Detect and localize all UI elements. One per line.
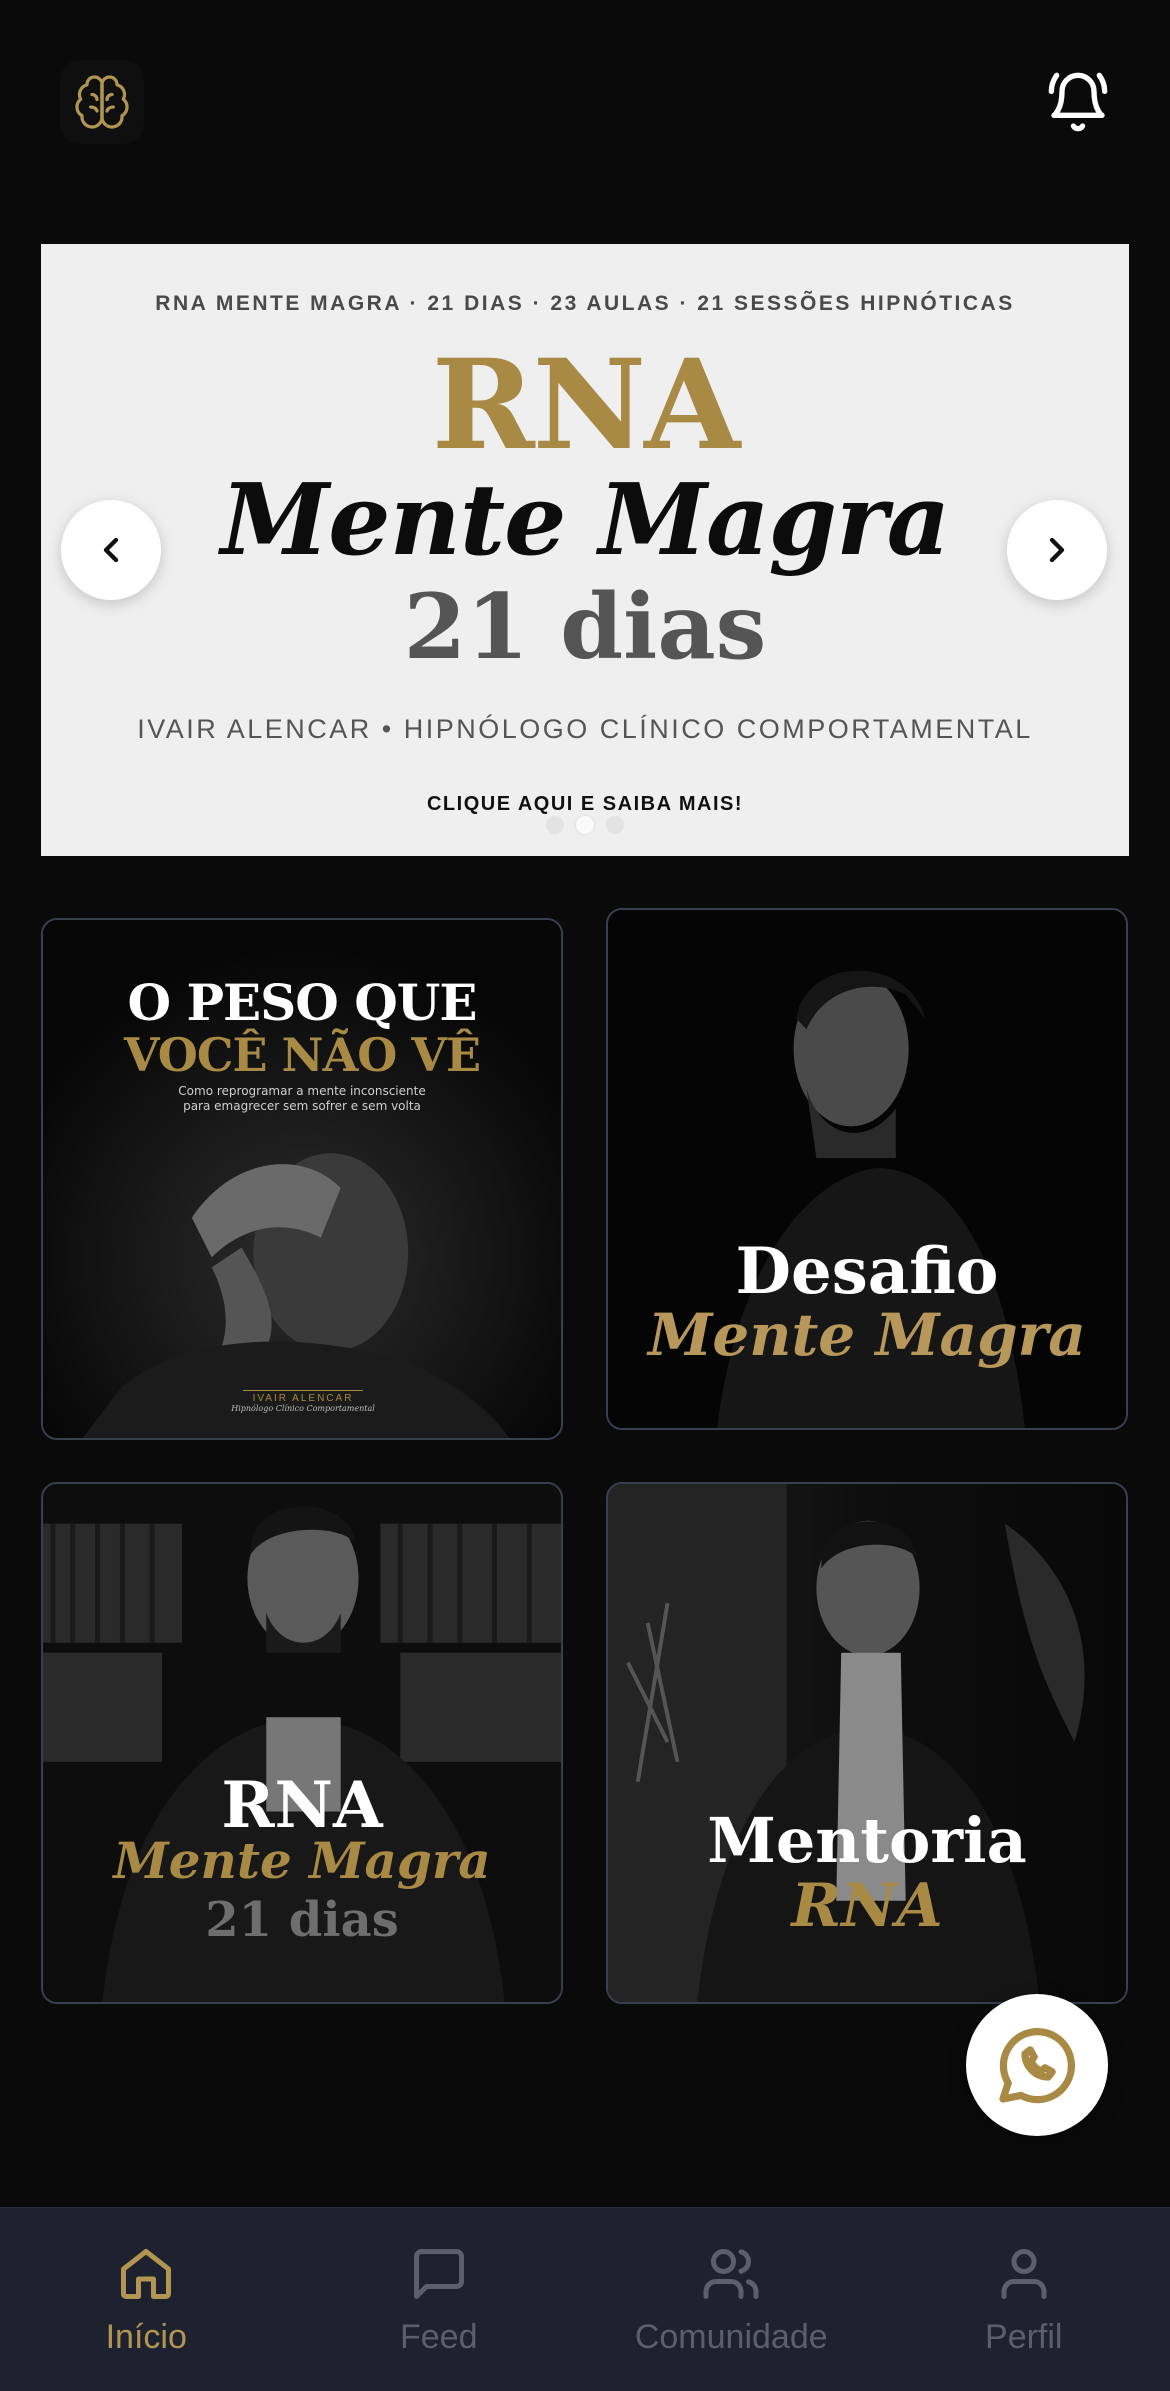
brain-icon [75,75,129,129]
tab-label: Feed [400,2318,478,2356]
whatsapp-icon [999,2028,1076,2104]
banner-title-rna: RNA [431,333,741,478]
tab-label: Perfil [985,2318,1063,2356]
home-icon [121,2249,172,2299]
chevron-left-icon [103,537,119,563]
card-signature: IVAIR ALENCAR [243,1390,363,1404]
notifications-button[interactable] [1040,62,1116,142]
carousel-dots [41,816,1129,834]
card-title-line2: VOCÊ NÃO VÊ [123,1028,481,1082]
card-desafio-mente-magra[interactable]: Desafio Mente Magra [606,908,1128,1430]
tab-inicio[interactable]: Início [0,2208,293,2391]
users-icon [703,2249,759,2299]
card-subtitle: Como reprogramar a mente inconsciente pa… [178,1084,426,1113]
banner-topline: RNA MENTE MAGRA · 21 DIAS · 23 AULAS · 2… [155,292,1015,315]
carousel-prev-button[interactable] [61,500,161,600]
chevron-right-icon [1049,537,1065,563]
tab-label: Comunidade [634,2318,828,2356]
card-title-line1: O PESO QUE [127,973,477,1032]
whatsapp-button[interactable] [966,1994,1108,2136]
card-title-line2: Mente Magra [113,1831,491,1890]
user-icon [1001,2249,1047,2299]
card-rna-mente-magra-21-dias[interactable]: RNA Mente Magra 21 dias [41,1482,563,2004]
card-title-line1: Desafio [735,1234,999,1309]
carousel-dot[interactable] [606,816,624,834]
banner-title-days: 21 dias [403,574,767,680]
card-title-line2: Mente Magra [648,1301,1086,1369]
card-title-line3: 21 dias [205,1892,399,1948]
banner-title-mente: Mente Magra [220,463,950,578]
card-title-line2: RNA [791,1871,943,1941]
card-o-peso-que-voce-nao-ve[interactable]: O PESO QUE VOCÊ NÃO VÊ Como reprogramar … [41,918,563,1440]
promo-banner[interactable]: RNA MENTE MAGRA · 21 DIAS · 23 AULAS · 2… [41,244,1129,856]
message-square-icon [413,2249,464,2299]
bottom-tab-bar: Início Feed Comunidade Perfil [0,2207,1170,2391]
tab-label: Início [105,2318,187,2356]
carousel-dot[interactable] [546,816,564,834]
tab-perfil[interactable]: Perfil [878,2208,1170,2391]
card-title-line1: Mentoria [707,1804,1027,1877]
app-logo[interactable] [60,60,144,144]
card-mentoria-rna[interactable]: Mentoria RNA [606,1482,1128,2004]
carousel-dot-active[interactable] [576,816,594,834]
tab-feed[interactable]: Feed [293,2208,586,2391]
banner-author: IVAIR ALENCAR • HIPNÓLOGO CLÍNICO COMPOR… [137,714,1033,744]
carousel-next-button[interactable] [1007,500,1107,600]
card-signature-sub: Hipnólogo Clínico Comportamental [231,1404,375,1413]
tab-comunidade[interactable]: Comunidade [585,2208,878,2391]
bell-icon [1048,72,1108,132]
banner-cta[interactable]: CLIQUE AQUI E SAIBA MAIS! [41,793,1129,816]
card-title-line1: RNA [221,1768,383,1843]
